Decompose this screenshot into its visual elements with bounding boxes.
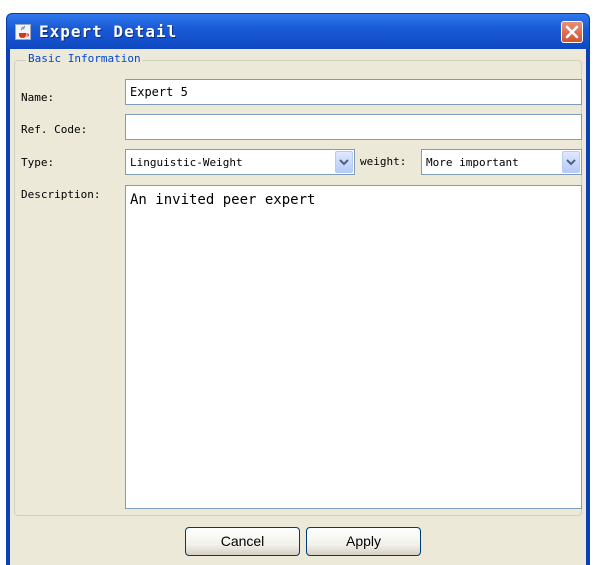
close-icon[interactable]	[561, 21, 583, 43]
apply-button[interactable]: Apply	[306, 527, 421, 556]
description-value: An invited peer expert	[130, 192, 316, 208]
refcode-label: Ref. Code:	[21, 123, 88, 136]
cancel-button[interactable]: Cancel	[185, 527, 300, 556]
chevron-down-icon[interactable]	[335, 151, 353, 173]
name-label: Name:	[21, 91, 55, 104]
type-selected-value: Linguistic-Weight	[130, 156, 243, 169]
name-field[interactable]: Expert 5	[125, 79, 582, 105]
dialog-content: Basic Information Name: Expert 5 Ref. Co…	[10, 49, 586, 565]
name-field-value: Expert 5	[130, 85, 188, 99]
type-label: Type:	[21, 156, 55, 169]
group-legend: Basic Information	[26, 52, 143, 65]
weight-label: weight:	[360, 155, 407, 168]
description-label: Description:	[21, 188, 101, 201]
weight-dropdown[interactable]: More important	[421, 149, 582, 175]
weight-selected-value: More important	[426, 156, 519, 169]
title-bar[interactable]: Expert Detail	[6, 13, 590, 49]
window-title: Expert Detail	[39, 22, 178, 41]
refcode-field[interactable]	[125, 114, 582, 140]
type-dropdown[interactable]: Linguistic-Weight	[125, 149, 355, 175]
window-frame: Basic Information Name: Expert 5 Ref. Co…	[6, 49, 590, 565]
expert-detail-dialog: Expert Detail Basic Information Name: Ex…	[0, 0, 597, 565]
description-textarea[interactable]: An invited peer expert	[125, 185, 582, 509]
java-cup-icon	[15, 24, 31, 40]
chevron-down-icon[interactable]	[562, 151, 580, 173]
